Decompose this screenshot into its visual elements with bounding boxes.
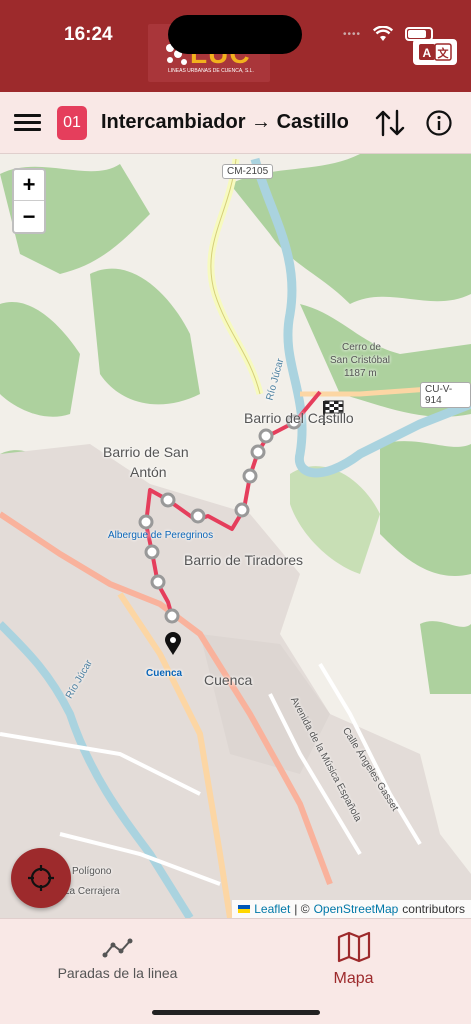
translate-icon: A 文 xyxy=(419,43,452,61)
stop-marker xyxy=(150,574,166,590)
stop-marker xyxy=(190,508,206,524)
tab-route-stops[interactable]: Paradas de la linea xyxy=(0,919,235,999)
map-label-san-anton: Barrio de San xyxy=(103,444,189,460)
svg-text:文: 文 xyxy=(438,46,450,60)
stop-marker xyxy=(234,502,250,518)
swap-direction-button[interactable] xyxy=(374,109,406,137)
stop-marker xyxy=(258,428,274,444)
stop-marker xyxy=(160,492,176,508)
ukraine-flag-icon xyxy=(238,905,251,913)
status-bar: 16:24 LUC LINEAS URBANAS DE CUENCA, S.L.… xyxy=(0,0,471,92)
map-attribution: Leaflet | © OpenStreetMap contributors xyxy=(232,900,471,918)
dynamic-island xyxy=(168,15,302,54)
svg-text:A: A xyxy=(423,46,432,60)
status-time: 16:24 xyxy=(64,24,113,45)
origin-marker-icon[interactable] xyxy=(164,632,182,656)
road-label-cm2105: CM-2105 xyxy=(222,164,274,179)
menu-bar xyxy=(14,128,41,131)
map-label-cerrajera: La Cerrajera xyxy=(64,886,120,897)
hamburger-menu-button[interactable] xyxy=(14,110,42,136)
map-label-cerro-2: San Cristóbal xyxy=(330,355,391,366)
app-toolbar: 01 Intercambiador → Castillo xyxy=(0,92,471,154)
crosshair-locate-icon xyxy=(28,865,54,891)
zoom-control: + − xyxy=(12,168,46,234)
map-view[interactable]: + − CM-2105 CU-V-914 Cerro de San Cristó… xyxy=(0,154,471,918)
zoom-in-button[interactable]: + xyxy=(14,170,44,201)
logo-subtitle: LINEAS URBANAS DE CUENCA, S.L. xyxy=(168,68,254,74)
road-label-cuv914: CU-V-914 xyxy=(420,382,471,408)
map-label-poligono: Polígono xyxy=(72,866,112,877)
translate-button[interactable]: A 文 xyxy=(413,39,457,65)
map-label-cuenca-station: Cuenca xyxy=(146,668,183,679)
tab-route-stops-label: Paradas de la linea xyxy=(57,965,178,981)
stop-marker xyxy=(242,468,258,484)
info-button[interactable] xyxy=(426,110,452,136)
map-label-elevation: 1187 m xyxy=(344,368,377,379)
map-icon xyxy=(337,931,370,963)
osm-link[interactable]: OpenStreetMap xyxy=(314,902,399,916)
stop-marker xyxy=(164,608,180,624)
menu-bar xyxy=(14,114,41,117)
map-label-albergue: Albergue de Peregrinos xyxy=(108,530,214,541)
route-title: Intercambiador → Castillo xyxy=(101,111,349,133)
map-label-cerro: Cerro de xyxy=(342,342,381,353)
menu-bar xyxy=(14,121,41,124)
tab-map[interactable]: Mapa xyxy=(236,919,471,999)
wifi-icon xyxy=(373,26,393,41)
route-stops-icon xyxy=(102,938,132,958)
attribution-separator: | © xyxy=(294,902,310,916)
bottom-navigation: Paradas de la linea Mapa xyxy=(0,918,471,1024)
map-label-tiradores: Barrio de Tiradores xyxy=(184,552,304,568)
attribution-contributors: contributors xyxy=(402,902,465,916)
home-indicator[interactable] xyxy=(152,1010,320,1015)
map-label-san-anton-2: Antón xyxy=(130,464,167,480)
stop-marker xyxy=(138,514,154,530)
line-number-badge: 01 xyxy=(57,106,87,140)
locate-me-button[interactable] xyxy=(11,848,71,908)
leaflet-link[interactable]: Leaflet xyxy=(254,902,290,916)
zoom-out-button[interactable]: − xyxy=(14,201,44,232)
tab-map-label: Mapa xyxy=(333,970,374,987)
route-stops-layer xyxy=(138,414,302,624)
stop-marker xyxy=(250,444,266,460)
map-label-cuenca: Cuenca xyxy=(204,672,253,688)
stop-marker xyxy=(144,544,160,560)
map-label-barrio-castillo: Barrio del Castillo xyxy=(244,410,354,426)
signal-dots-icon: •••• xyxy=(342,28,361,40)
